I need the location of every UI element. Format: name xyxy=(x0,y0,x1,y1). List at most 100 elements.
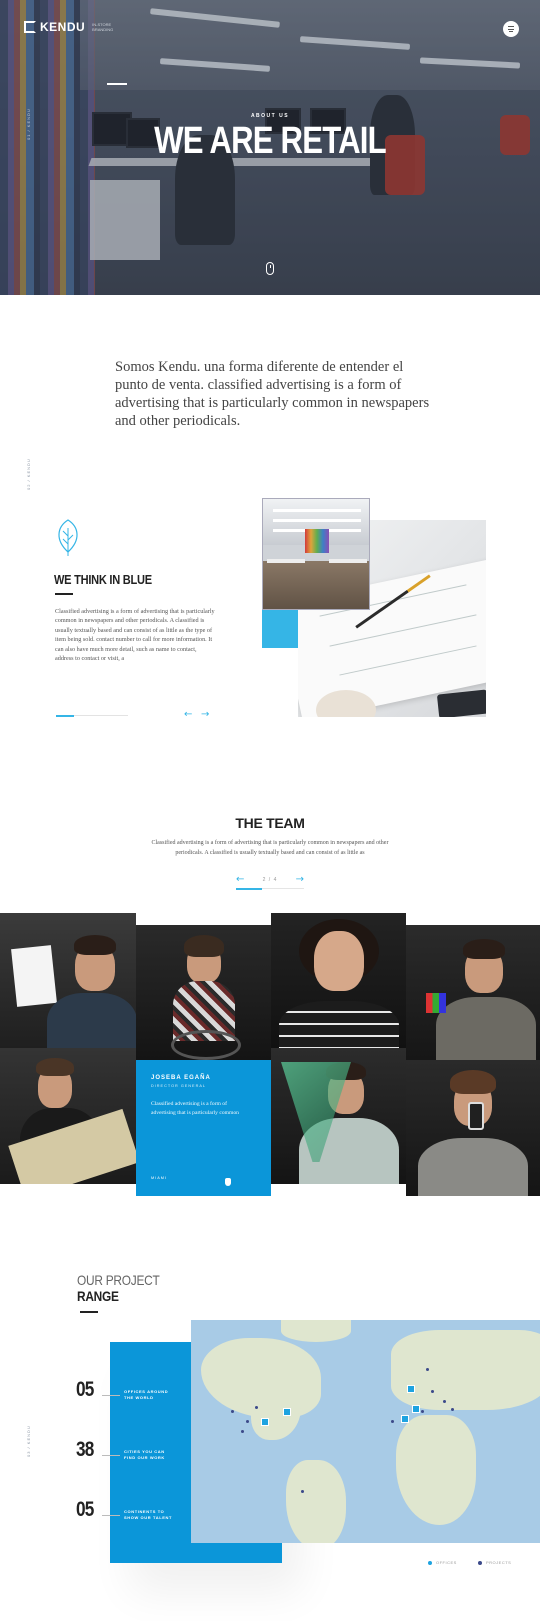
leaf-icon xyxy=(58,519,78,556)
hair xyxy=(183,935,224,957)
office-table xyxy=(267,559,305,563)
team-member-name: JOSEBA EGAÑA xyxy=(151,1075,211,1081)
pointer-cursor-icon xyxy=(225,1178,231,1186)
body xyxy=(278,1001,399,1048)
stat-label: CONTINENTS TO SHOW OUR TALENT xyxy=(124,1509,173,1520)
team-member-role: DIRECTOR GENERAL xyxy=(151,1084,206,1088)
prev-arrow-icon[interactable]: ← xyxy=(236,874,244,885)
blue-section-title: WE THINK IN BLUE xyxy=(54,572,152,587)
project-dot[interactable] xyxy=(443,1400,446,1403)
body xyxy=(418,1138,528,1196)
office-marker[interactable] xyxy=(401,1415,409,1423)
next-arrow-icon[interactable]: → xyxy=(296,874,304,885)
progress-fill xyxy=(236,887,262,890)
legend-offices: OFFICES xyxy=(428,1560,457,1565)
legend-label: OFFICES xyxy=(436,1560,457,1565)
office-marker[interactable] xyxy=(412,1405,420,1413)
team-member-photo[interactable] xyxy=(271,913,406,1048)
land-greenland xyxy=(281,1320,351,1342)
team-member-photo[interactable] xyxy=(0,913,136,1048)
projects-title-bold: RANGE xyxy=(77,1288,119,1304)
team-member-photo[interactable] xyxy=(0,1048,136,1184)
stat-connector xyxy=(102,1395,120,1396)
stat-value: 38 xyxy=(76,1438,94,1461)
stat-label: OFFICES AROUND THE WORLD xyxy=(124,1389,169,1400)
hair xyxy=(74,935,116,955)
project-dot[interactable] xyxy=(451,1408,454,1411)
stat-label: CITIES YOU CAN FIND OUR WORK xyxy=(124,1449,165,1460)
hero-accent-line xyxy=(107,83,127,85)
intro-text: Somos Kendu. una forma diferente de ente… xyxy=(115,359,430,429)
project-dot[interactable] xyxy=(231,1410,234,1413)
hero-subtitle: ABOUT US xyxy=(250,113,290,119)
legend-projects: PROJECTS xyxy=(478,1560,511,1565)
bicycle xyxy=(171,1030,241,1060)
project-dot[interactable] xyxy=(431,1390,434,1393)
face xyxy=(313,931,364,991)
projects-side-label: 03 / KENDU xyxy=(26,1425,31,1457)
office-floor xyxy=(263,561,369,609)
project-dot[interactable] xyxy=(246,1420,249,1423)
world-map[interactable] xyxy=(191,1320,540,1543)
hero-section: KENDU IN-STORE BRANDING ABOUT US WE ARE … xyxy=(0,0,540,295)
projects-title-light: OUR PROJECT xyxy=(77,1272,160,1288)
logo[interactable]: KENDU IN-STORE BRANDING xyxy=(24,20,114,34)
office-table xyxy=(329,559,367,563)
office-marker[interactable] xyxy=(283,1408,291,1416)
mouse-scroll-icon[interactable] xyxy=(266,262,274,275)
team-featured-card[interactable]: JOSEBA EGAÑA DIRECTOR GENERAL Classified… xyxy=(136,1060,271,1196)
land-south-america xyxy=(286,1460,346,1543)
land-europe-asia xyxy=(391,1330,540,1410)
phone xyxy=(468,1102,484,1130)
hair xyxy=(450,1070,496,1094)
office-marker[interactable] xyxy=(261,1418,269,1426)
hero-title: WE ARE RETAIL xyxy=(154,120,387,162)
menu-icon[interactable] xyxy=(503,21,519,37)
hair xyxy=(463,939,505,959)
team-member-photo[interactable] xyxy=(271,1048,406,1184)
team-member-bio: Classified advertising is a form of adve… xyxy=(151,1101,239,1116)
project-dot[interactable] xyxy=(301,1490,304,1493)
project-dot[interactable] xyxy=(241,1430,244,1433)
hair xyxy=(36,1058,74,1076)
land-africa xyxy=(396,1415,476,1525)
project-dot[interactable] xyxy=(391,1420,394,1423)
land-usa xyxy=(251,1380,301,1440)
team-page-count: 2 / 4 xyxy=(262,876,278,883)
stat-connector xyxy=(102,1515,120,1516)
office-color-wall xyxy=(305,529,329,553)
team-member-photo[interactable] xyxy=(406,1060,540,1196)
team-member-photo[interactable] xyxy=(406,925,540,1060)
body xyxy=(47,993,136,1048)
office-marker[interactable] xyxy=(407,1385,415,1393)
team-member-photo[interactable] xyxy=(136,925,271,1060)
blue-section-title-rule xyxy=(55,593,73,595)
projects-title-rule xyxy=(80,1311,98,1313)
team-title: THE TEAM xyxy=(235,815,305,831)
blue-section-text: Classified advertising is a form of adve… xyxy=(55,608,215,663)
team-pager-progress xyxy=(236,887,304,890)
team-text: Classified advertising is a form of adve… xyxy=(151,840,389,856)
project-dot[interactable] xyxy=(426,1368,429,1371)
kendu-sign xyxy=(11,945,57,1007)
progress-fill xyxy=(56,714,74,717)
project-dot[interactable] xyxy=(421,1410,424,1413)
project-dot[interactable] xyxy=(255,1406,258,1409)
prev-arrow-icon[interactable]: ← xyxy=(184,709,192,720)
stat-value: 05 xyxy=(76,1498,94,1521)
team-member-contact[interactable]: MIAMI xyxy=(151,1176,167,1180)
blue-section-progress xyxy=(56,714,128,717)
rubiks-cube xyxy=(426,993,446,1013)
stat-value: 05 xyxy=(76,1378,94,1401)
blue-accent-square xyxy=(262,610,298,648)
hero-side-label: 01 / KENDU xyxy=(26,108,31,140)
next-arrow-icon[interactable]: → xyxy=(201,709,209,720)
body xyxy=(436,997,536,1060)
blue-section-side-label: 02 / KENDU xyxy=(26,458,31,490)
team-pager: ← 2 / 4 → xyxy=(236,874,304,885)
logo-wordmark: KENDU xyxy=(40,20,86,34)
phone xyxy=(436,689,486,717)
office-image xyxy=(262,498,370,610)
logo-mark-icon xyxy=(24,21,36,33)
legend-label: PROJECTS xyxy=(486,1560,512,1565)
